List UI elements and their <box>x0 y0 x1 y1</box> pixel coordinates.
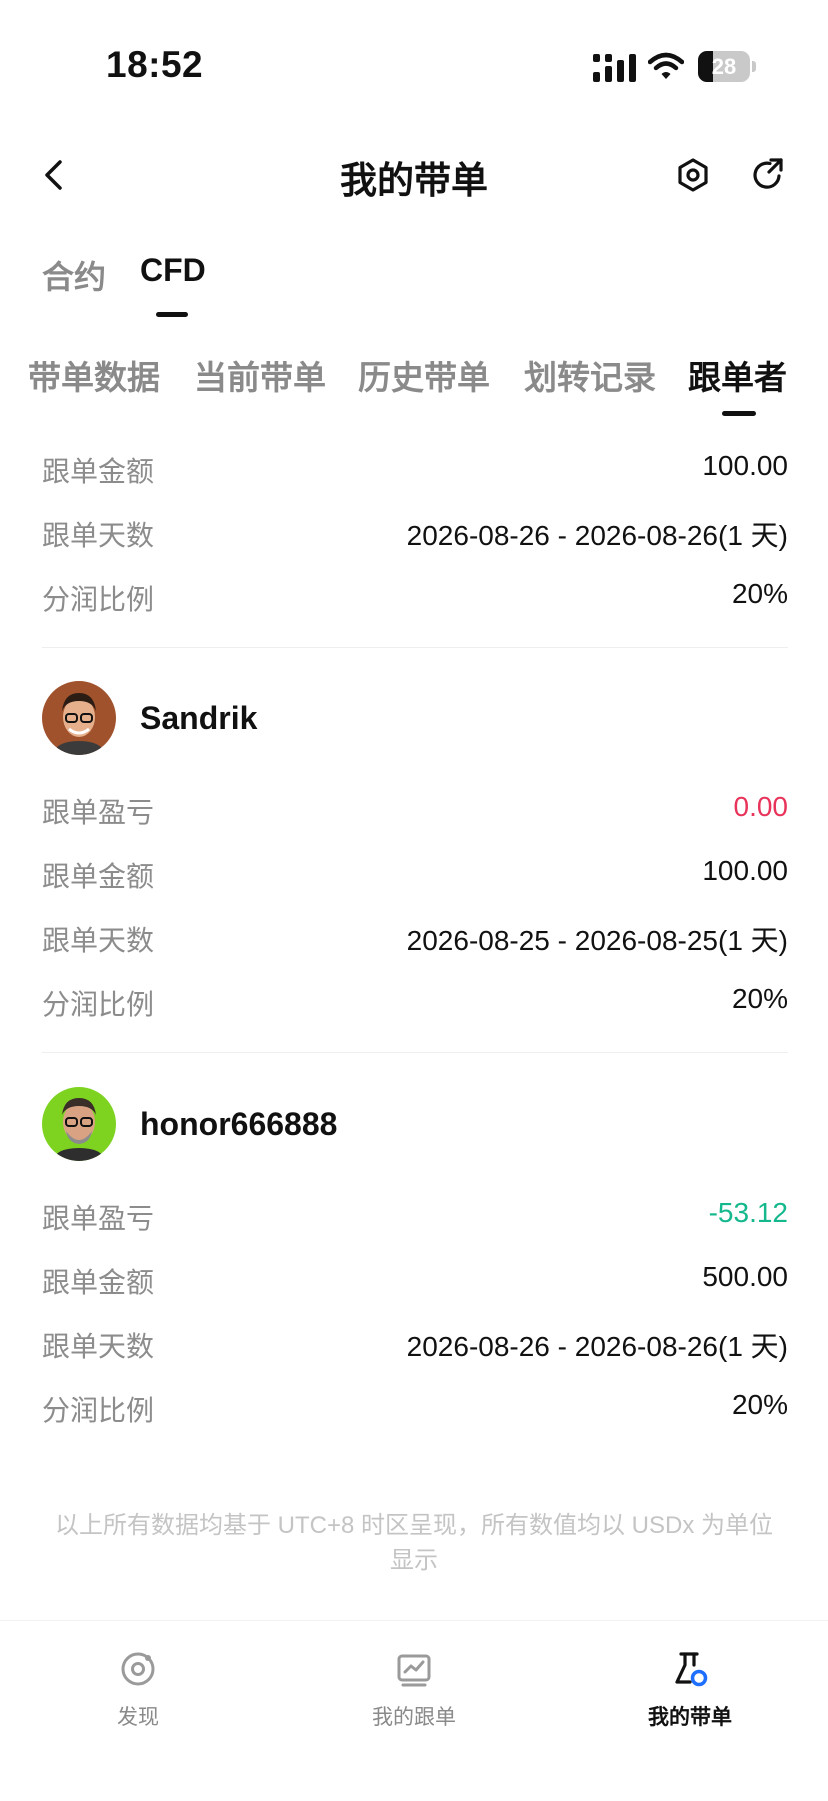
row-label: 跟单盈亏 <box>42 797 155 828</box>
product-tab-indicator <box>156 312 188 317</box>
row-label: 跟单金额 <box>42 861 155 892</box>
status-time: 18:52 <box>106 44 204 85</box>
avatar[interactable] <box>42 1087 116 1161</box>
row-label: 跟单天数 <box>42 1331 155 1362</box>
nav-my-copy[interactable]: 我的跟单 <box>276 1621 552 1801</box>
avatar-person-icon <box>42 1087 116 1161</box>
row-value: 20% <box>731 578 788 609</box>
row-label: 分润比例 <box>42 989 155 1020</box>
row-value: 100.00 <box>702 855 788 886</box>
row-label: 跟单金额 <box>42 1267 155 1298</box>
discover-icon <box>121 1652 155 1686</box>
battery-percent: 28 <box>711 54 737 79</box>
tab-history[interactable]: 历史带单 <box>358 351 490 399</box>
row-label: 跟单天数 <box>42 520 155 551</box>
accent-dot <box>690 1669 708 1687</box>
timezone-footnote: 以上所有数据均基于 UTC+8 时区呈现，所有数值均以 USDx 为单位显示 <box>54 1512 774 1574</box>
chart-icon <box>397 1654 431 1687</box>
row-value: 2026-08-25 - 2026-08-25(1 天) <box>406 925 788 956</box>
tab-followers[interactable]: 跟单者 <box>688 351 787 399</box>
flask-icon <box>675 1652 708 1687</box>
nav-label: 发现 <box>117 1706 159 1729</box>
row-value: 100.00 <box>702 450 788 481</box>
tab-transfer-records[interactable]: 划转记录 <box>524 351 656 399</box>
pnl-value: -53.12 <box>708 1197 788 1228</box>
battery-indicator: 28 <box>698 51 756 82</box>
divider <box>42 647 788 648</box>
nav-label: 我的跟单 <box>372 1706 456 1729</box>
row-value: 2026-08-26 - 2026-08-26(1 天) <box>406 1331 788 1362</box>
row-value: 500.00 <box>702 1261 788 1292</box>
status-bar: 18:52 28 <box>0 0 828 132</box>
row-label: 跟单金额 <box>42 456 155 487</box>
username: Sandrik <box>140 700 258 736</box>
cellular-signal-icon <box>593 54 636 82</box>
wifi-icon <box>648 52 684 79</box>
row-label: 分润比例 <box>42 1395 155 1426</box>
sub-tabs: 带单数据 当前带单 历史带单 划转记录 跟单者 <box>0 345 828 425</box>
row-label: 跟单盈亏 <box>42 1203 155 1234</box>
row-value: 2026-08-26 - 2026-08-26(1 天) <box>406 520 788 551</box>
nav-my-lead[interactable]: 我的带单 <box>552 1621 828 1801</box>
nav-discover[interactable]: 发现 <box>0 1621 276 1801</box>
tab-data[interactable]: 带单数据 <box>28 351 160 399</box>
avatar[interactable] <box>42 681 116 755</box>
divider <box>42 1052 788 1053</box>
nav-bar: 我的带单 <box>0 132 828 218</box>
bottom-nav: 发现 我的跟单 我的带单 <box>0 1620 828 1801</box>
row-label: 跟单天数 <box>42 925 155 956</box>
tab-contract[interactable]: 合约 <box>42 252 106 298</box>
username: honor666888 <box>140 1106 338 1142</box>
row-value: 20% <box>731 1389 788 1420</box>
pnl-value: 0.00 <box>733 791 789 822</box>
tab-cfd[interactable]: CFD <box>140 252 206 289</box>
avatar-person-icon <box>42 681 116 755</box>
settings-hexagon-icon[interactable] <box>672 150 714 200</box>
product-tabs: 合约 CFD <box>0 248 828 318</box>
sub-tab-indicator <box>722 411 756 416</box>
nav-label: 我的带单 <box>648 1706 732 1729</box>
share-icon[interactable] <box>748 150 790 200</box>
screen: 18:52 28 我的带单 合约 CFD 带单数据 当前带单 历史带单 划转记录… <box>0 0 828 1801</box>
row-label: 分润比例 <box>42 584 155 615</box>
tab-current[interactable]: 当前带单 <box>194 351 326 399</box>
row-value: 20% <box>731 983 788 1014</box>
